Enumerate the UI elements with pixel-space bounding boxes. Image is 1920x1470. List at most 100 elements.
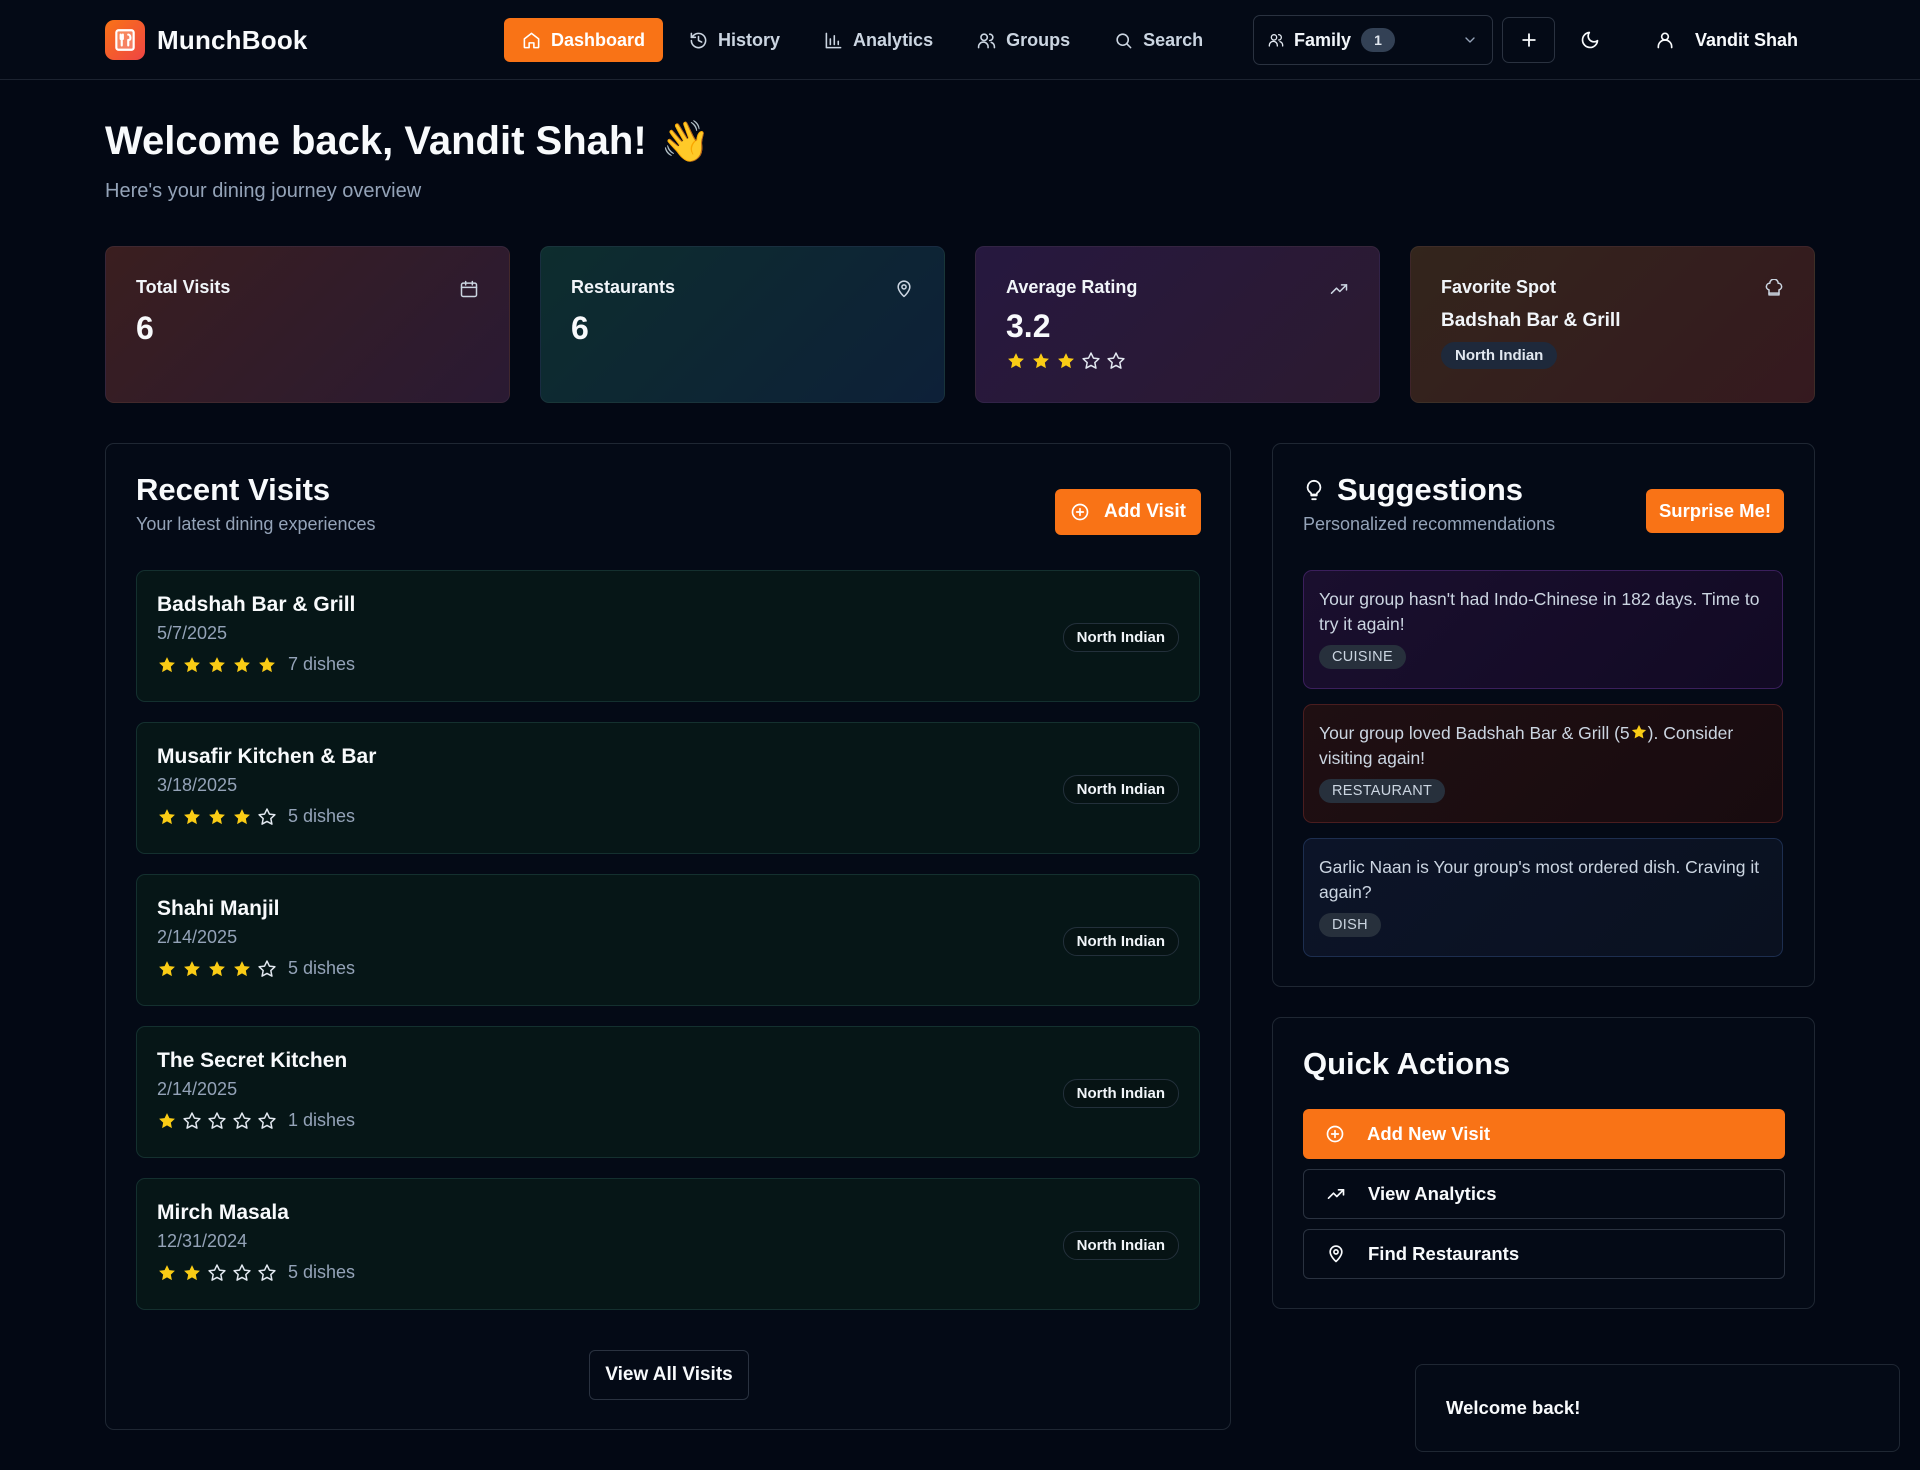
star-filled-icon (1033, 353, 1049, 369)
star-empty-icon (258, 959, 276, 977)
plus-circle-icon (1071, 503, 1089, 521)
visit-row[interactable]: Badshah Bar & Grill 5/7/2025 7 dishes North… (136, 570, 1200, 702)
nav-groups[interactable]: Groups (959, 18, 1088, 62)
group-selector[interactable]: Family 1 (1253, 15, 1493, 65)
visit-dish-count: 5 dishes (288, 958, 356, 978)
nav-dashboard-label: Dashboard (551, 29, 646, 50)
stat-value: 6 (571, 310, 589, 346)
view-all-visits-label: View All Visits (605, 1364, 733, 1385)
recent-visits-title: Recent Visits (136, 472, 331, 507)
visit-cuisine-tag: North Indian (1062, 623, 1179, 652)
waving-hand-emoji: 👋 (660, 120, 711, 164)
visit-dish-count: 5 dishes (288, 806, 356, 826)
visit-rating-stars: 1 dishes (157, 1110, 1179, 1131)
chef-hat-icon (1765, 279, 1783, 296)
star-filled-icon (1058, 353, 1074, 369)
visit-row[interactable]: The Secret Kitchen 2/14/2025 1 dishes North… (136, 1026, 1200, 1158)
nav-dashboard[interactable]: Dashboard (504, 18, 664, 62)
visit-restaurant-name: Shahi Manjil (157, 897, 280, 920)
nav-analytics[interactable]: Analytics (806, 18, 951, 62)
calendar-icon (460, 280, 478, 298)
visit-rating-stars: 5 dishes (157, 1262, 1179, 1283)
users-icon (1268, 34, 1284, 47)
visit-restaurant-name: The Secret Kitchen (157, 1049, 348, 1072)
star-filled-icon (184, 808, 200, 824)
find-restaurants-button[interactable]: Find Restaurants (1303, 1229, 1785, 1279)
user-name: Vandit Shah (1695, 29, 1799, 50)
star-empty-icon (208, 1263, 226, 1281)
visit-row[interactable]: Mirch Masala 12/31/2024 5 dishes North Indi… (136, 1178, 1200, 1310)
suggestion-card-dish[interactable]: Garlic Naan is Your group's most ordered… (1303, 838, 1783, 957)
star-filled-icon (1008, 353, 1024, 369)
create-button[interactable] (1502, 17, 1555, 63)
visit-dish-count: 7 dishes (288, 654, 356, 674)
star-empty-icon (258, 807, 276, 825)
visit-cuisine-tag: North Indian (1062, 775, 1179, 804)
quick-actions-title: Quick Actions (1303, 1046, 1511, 1081)
visit-date: 5/7/2025 (157, 623, 228, 643)
view-analytics-button[interactable]: View Analytics (1303, 1169, 1785, 1219)
star-empty-icon (183, 1111, 201, 1129)
lightbulb-icon (1306, 479, 1322, 501)
suggestion-text-before: Your group loved Badshah Bar & Grill (5 (1319, 723, 1630, 743)
stat-label: Restaurants (571, 277, 676, 297)
search-icon (1116, 32, 1132, 48)
star-filled-icon (209, 808, 225, 824)
view-all-visits-button[interactable]: View All Visits (589, 1350, 749, 1400)
nav-search[interactable]: Search (1096, 18, 1221, 62)
brand[interactable]: MunchBook (105, 20, 308, 60)
recent-visits-subtitle: Your latest dining experiences (136, 514, 376, 534)
star-filled-icon (184, 960, 200, 976)
user-icon (1657, 32, 1673, 49)
star-filled-icon (159, 1112, 175, 1128)
visit-row[interactable]: Musafir Kitchen & Bar 3/18/2025 5 dishes No… (136, 722, 1200, 854)
star-filled-icon (184, 1264, 200, 1280)
visit-restaurant-name: Musafir Kitchen & Bar (157, 745, 377, 768)
add-new-visit-button[interactable]: Add New Visit (1303, 1109, 1785, 1159)
suggestion-card-restaurant[interactable]: Your group loved Badshah Bar & Grill (5)… (1303, 704, 1783, 823)
stat-label: Favorite Spot (1441, 277, 1557, 297)
star-empty-icon (258, 1263, 276, 1281)
plus-circle-icon (1326, 1125, 1344, 1143)
stat-label: Total Visits (136, 277, 231, 297)
star-empty-icon (233, 1111, 251, 1129)
add-visit-button[interactable]: Add Visit (1055, 489, 1201, 535)
suggestion-card-cuisine[interactable]: Your group hasn't had Indo-Chinese in 18… (1303, 570, 1783, 689)
surprise-me-button[interactable]: Surprise Me! (1646, 489, 1784, 533)
group-selector-value: Family (1294, 29, 1352, 50)
star-filled-icon (159, 808, 175, 824)
stat-value: 3.2 (1006, 308, 1051, 344)
recent-visits-panel: Recent Visits Your latest dining experie… (105, 443, 1231, 1430)
trending-up-icon (1327, 1189, 1345, 1199)
app-logo-icon (105, 20, 145, 60)
theme-toggle-button[interactable] (1565, 17, 1615, 63)
visit-restaurant-name: Badshah Bar & Grill (157, 593, 356, 616)
suggestions-panel: Suggestions Personalized recommendations… (1272, 443, 1815, 987)
visit-row[interactable]: Shahi Manjil 2/14/2025 5 dishes North India… (136, 874, 1200, 1006)
user-menu[interactable]: Vandit Shah (1655, 17, 1798, 63)
nav-history[interactable]: History (671, 18, 798, 62)
app-name: MunchBook (157, 24, 308, 55)
suggestions-title: Suggestions (1337, 472, 1524, 507)
average-rating-stars (1006, 351, 1349, 371)
star-icon (1630, 723, 1648, 741)
toast-notification[interactable]: Welcome back! (1415, 1364, 1900, 1452)
toast-message: Welcome back! (1446, 1397, 1581, 1418)
visit-dish-count: 5 dishes (288, 1262, 356, 1282)
plus-icon (1521, 33, 1536, 47)
visit-cuisine-tag: North Indian (1062, 1079, 1179, 1108)
top-navbar: MunchBook Dashboard History Analytics Gr… (0, 0, 1920, 80)
users-icon (977, 32, 996, 48)
nav-history-label: History (718, 29, 781, 50)
visit-date: 2/14/2025 (157, 927, 238, 947)
main-nav: Dashboard History Analytics Groups Searc… (504, 18, 1221, 62)
view-analytics-label: View Analytics (1368, 1183, 1497, 1204)
star-filled-icon (209, 960, 225, 976)
stat-card-total-visits: Total Visits 6 (105, 246, 510, 403)
surprise-me-label: Surprise Me! (1658, 500, 1772, 521)
bar-chart-icon (825, 32, 842, 48)
stat-card-favorite-spot: Favorite Spot Badshah Bar & Grill North … (1410, 246, 1815, 403)
star-empty-icon (1107, 352, 1125, 369)
find-restaurants-label: Find Restaurants (1368, 1243, 1520, 1264)
suggestion-text: Your group hasn't had Indo-Chinese in 18… (1319, 589, 1760, 634)
